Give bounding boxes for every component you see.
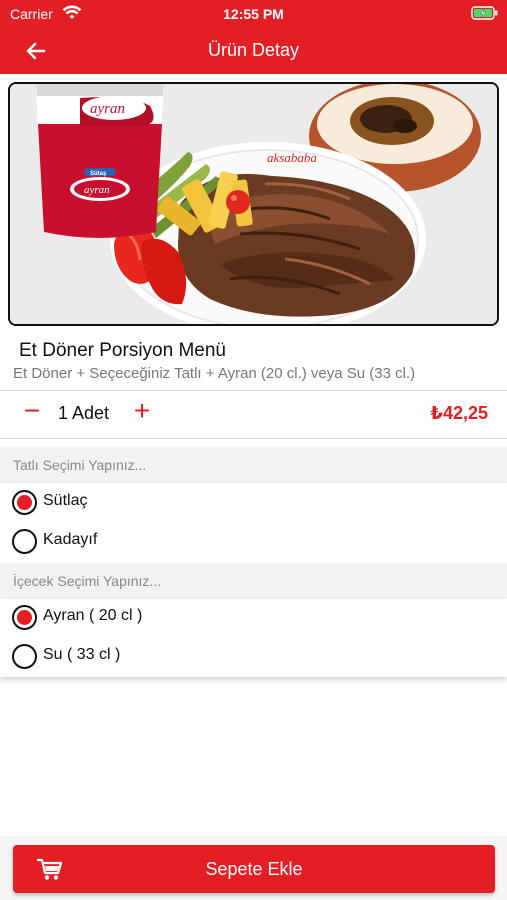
radio-unchecked-icon[interactable] (12, 644, 37, 669)
dessert-section-header: Tatlı Seçimi Yapınız... (0, 447, 507, 483)
status-bar: Carrier 12:55 PM (0, 0, 507, 28)
product-description: Et Döner + Seçeceğiniz Tatlı + Ayran (20… (13, 365, 416, 382)
increase-quantity-button[interactable]: + (128, 397, 156, 427)
cup-label: ayran (90, 101, 125, 117)
divider (0, 438, 507, 439)
product-image: aksababa ayran ayran Sütaş (8, 82, 499, 326)
quantity-row: − 1 Adet + ₺42,25 (0, 390, 507, 438)
add-to-cart-button[interactable]: Sepete Ekle (13, 845, 495, 893)
ayran-cup-image: ayran ayran Sütaş (36, 84, 164, 238)
option-label: Kadayıf (43, 531, 98, 548)
dessert-options: Sütlaç Kadayıf (0, 483, 507, 563)
product-title: Et Döner Porsiyon Menü (19, 340, 226, 361)
radio-unchecked-icon[interactable] (12, 529, 37, 554)
page-title: Ürün Detay (207, 40, 300, 60)
option-label: Su ( 33 cl ) (43, 646, 121, 663)
option-label: Sütlaç (43, 492, 88, 509)
radio-checked-icon[interactable] (12, 490, 37, 515)
drink-options: Ayran ( 20 cl ) Su ( 33 cl ) (0, 599, 507, 677)
option-label: Ayran ( 20 cl ) (43, 607, 143, 624)
plate-logo: aksababa (267, 150, 317, 165)
battery-charging-icon (471, 6, 499, 25)
drink-section-header: İçecek Seçimi Yapınız... (0, 563, 507, 599)
quantity-value: 1 Adet (58, 403, 110, 423)
navigation-bar: Ürün Detay (0, 28, 507, 74)
decrease-quantity-button[interactable]: − (18, 397, 46, 427)
radio-checked-icon[interactable] (12, 605, 37, 630)
clock: 12:55 PM (223, 6, 284, 22)
cup-brand: Sütaş (90, 171, 107, 177)
cup-label-lower: ayran (84, 184, 110, 196)
add-to-cart-label: Sepete Ekle (205, 859, 303, 879)
price-label: ₺42,25 (430, 403, 488, 423)
